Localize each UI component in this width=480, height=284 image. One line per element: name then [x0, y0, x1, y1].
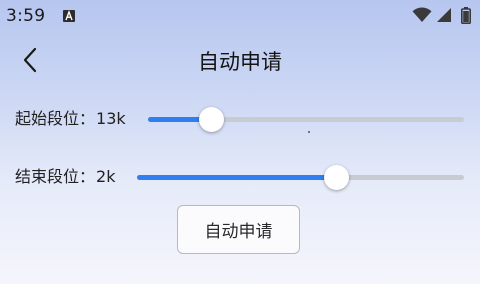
auto-apply-button[interactable]: 自动申请 — [177, 205, 300, 254]
header: 自动申请 — [0, 40, 480, 84]
start-rank-label: 起始段位：13k — [15, 108, 126, 130]
signal-icon — [436, 7, 452, 27]
start-rank-value: 13k — [96, 109, 126, 128]
start-rank-slider-thumb[interactable] — [198, 107, 224, 132]
end-rank-label-text: 结束段位： — [15, 167, 96, 186]
end-rank-slider-thumb[interactable] — [323, 165, 349, 190]
end-rank-slider[interactable] — [137, 165, 464, 190]
status-time: 3:59 — [6, 6, 46, 26]
start-rank-label-text: 起始段位： — [15, 109, 96, 128]
start-rank-slider[interactable] — [148, 107, 464, 132]
notification-a-icon — [63, 10, 75, 22]
end-rank-slider-fill — [137, 175, 337, 180]
decorative-dot — [308, 131, 310, 133]
end-rank-value: 2k — [96, 167, 116, 186]
page-title: 自动申请 — [198, 50, 282, 74]
battery-icon — [461, 7, 471, 28]
end-rank-label: 结束段位：2k — [15, 166, 115, 188]
end-rank-row: 结束段位：2k — [0, 162, 480, 192]
status-bar: 3:59 — [0, 0, 480, 32]
wifi-icon — [412, 7, 432, 27]
start-rank-row: 起始段位：13k — [0, 104, 480, 134]
